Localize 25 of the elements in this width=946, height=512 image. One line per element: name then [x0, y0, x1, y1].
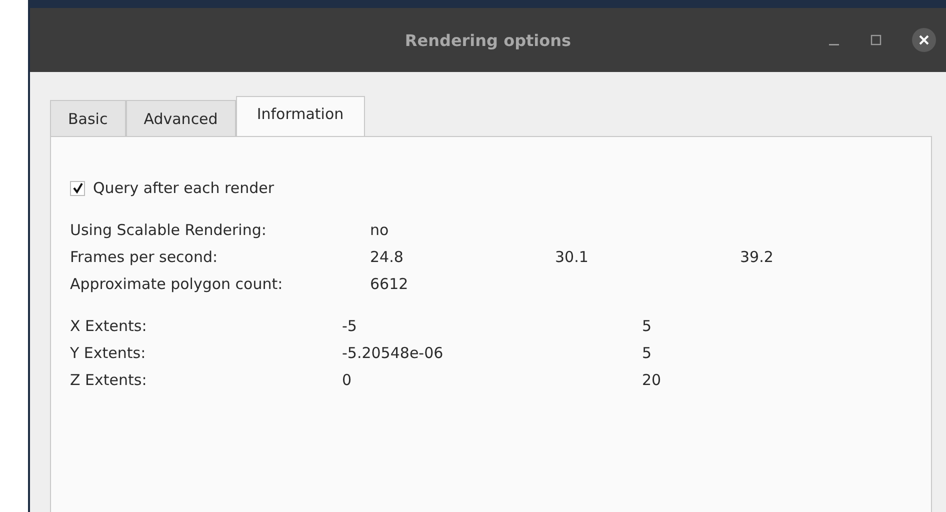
info-value: 6612: [370, 275, 410, 294]
info-label: Approximate polygon count:: [70, 275, 284, 294]
info-value: 39.2: [740, 248, 774, 267]
checkbox[interactable]: [70, 180, 85, 196]
info-label: Using Scalable Rendering:: [70, 221, 268, 240]
info-label: Frames per second:: [70, 248, 219, 267]
extent-min: 0: [342, 371, 353, 390]
checkbox-label: Query after each render: [93, 179, 274, 197]
extent-min: -5: [342, 317, 358, 336]
extent-max: 20: [642, 371, 662, 390]
tab[interactable]: Information: [236, 96, 365, 137]
tab[interactable]: Basic: [50, 100, 126, 137]
extent-label: Y Extents:: [70, 344, 147, 363]
window-title: Rendering options: [404, 30, 572, 50]
extent-min: -5.20548e-06: [342, 344, 444, 363]
extent-max: 5: [642, 317, 653, 336]
info-value: 30.1: [555, 248, 590, 267]
close-icon[interactable]: [912, 28, 936, 52]
extent-max: 5: [642, 344, 653, 363]
extent-label: X Extents:: [70, 317, 148, 336]
tab[interactable]: Advanced: [126, 100, 236, 137]
extent-label: Z Extents:: [70, 371, 148, 390]
maximize-icon[interactable]: [870, 34, 882, 46]
info-value: 24.8: [370, 248, 404, 267]
info-value: no: [370, 221, 390, 240]
